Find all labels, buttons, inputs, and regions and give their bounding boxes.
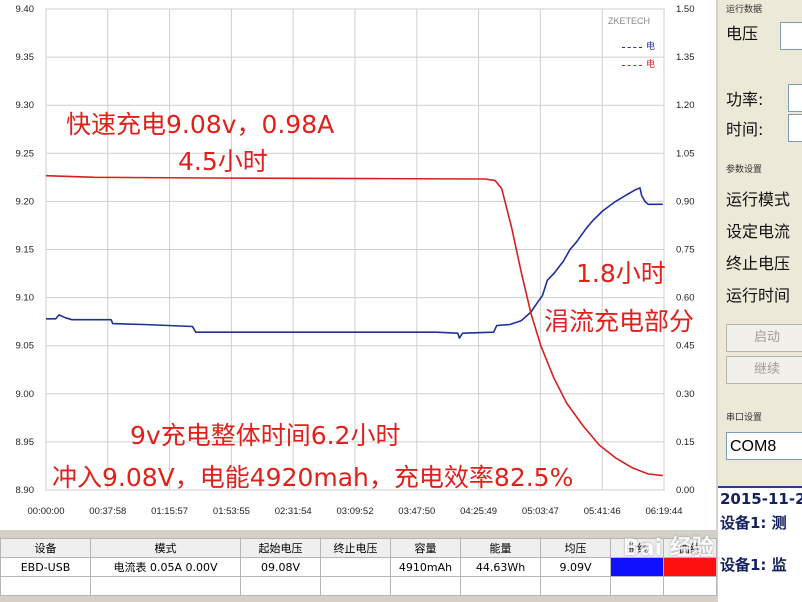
y-left-tick-label: 8.90 [16,485,35,496]
x-tick-label: 05:03:47 [522,506,559,517]
log-date: 2015-11-2 [720,490,802,508]
x-tick-label: 01:15:57 [151,506,188,517]
serial-group-title: 串口设置 [726,413,763,423]
set-current-label: 设定电流 [726,222,791,241]
y-right-tick-label: 1.50 [676,4,695,15]
legend-label-current: 电 [646,60,656,70]
y-right-tick-label: 1.05 [676,148,695,159]
header-start-voltage: 起始电压 [240,538,321,558]
header-avg-voltage: 均压 [540,538,611,558]
right-panel: 运行数据 电压 功率: 时间: 参数设置 运行模式 设定电流 终止电压 运行时间… [718,0,802,602]
cell-start-voltage: 09.08V [240,557,321,577]
header-device: 设备 [0,538,91,558]
header-stop-voltage: 终止电压 [320,538,391,558]
y-right-tick-label: 1.35 [676,52,695,63]
y-left-tick-label: 9.20 [16,196,35,207]
run-mode-label: 运行模式 [726,190,791,209]
x-tick-label: 05:41:46 [584,506,621,517]
y-right-tick-label: 0.15 [676,437,695,448]
annotation-fast-charge: 快速充电9.08v，0.98A [66,110,334,139]
y-left-tick-label: 9.15 [16,245,35,256]
legend-item-voltage: 电 [622,38,655,56]
run-data-group-title: 运行数据 [726,5,763,15]
annotation-trickle-time: 1.8小时 [576,259,666,288]
header-energy: 能量 [460,538,541,558]
y-left-tick-label: 9.00 [16,389,35,400]
y-right-tick-label: 0.30 [676,389,695,400]
power-label: 功率: [726,90,764,109]
y-left-tick-label: 9.35 [16,52,35,63]
legend-item-current: 电 [622,56,655,74]
cell-capacity: 4910mAh [390,557,461,577]
power-readout [788,84,802,112]
cell-mode: 电流表 0.05A 0.00V [90,557,241,577]
x-tick-label: 03:09:52 [337,506,374,517]
y-left-tick-label: 9.40 [16,4,35,15]
start-button[interactable]: 启动 [726,324,802,352]
x-tick-label: 06:19:44 [646,506,683,517]
log-panel: 2015-11-2 设备1: 测 设备1: 监 [718,486,802,602]
time-label: 时间: [726,120,764,139]
log-line-1: 设备1: 测 [720,514,787,532]
voltage-readout [780,22,802,50]
chart-legend: 电 电 [622,38,655,74]
header-capacity: 容量 [390,538,461,558]
table-empty-row [0,576,717,596]
cell-energy: 44.63Wh [460,557,541,577]
run-time-label: 运行时间 [726,286,791,305]
x-tick-label: 01:53:55 [213,506,250,517]
y-left-tick-label: 9.30 [16,100,35,111]
cell-device: EBD-USB [0,557,91,577]
annotation-total-time: 9v充电整体时间6.2小时 [130,421,400,450]
stop-voltage-label: 终止电压 [726,254,791,273]
cell-avg-voltage: 9.09V [540,557,611,577]
y-left-tick-label: 9.25 [16,148,35,159]
brand-label: ZKETECH [608,16,651,26]
watermark-logo: Bai 经验 [623,536,714,561]
voltage-label: 电压 [726,24,759,43]
log-line-2: 设备1: 监 [720,556,787,574]
y-right-tick-label: 0.00 [676,485,695,496]
annotation-summary: 冲入9.08V，电能4920mah，充电效率82.5% [52,463,573,492]
header-mode: 模式 [90,538,241,558]
annotation-fast-time: 4.5小时 [178,147,268,176]
legend-swatch-current [622,64,642,66]
y-left-tick-label: 9.10 [16,293,35,304]
com-port-select[interactable]: COM8 [726,432,802,460]
x-tick-label: 02:31:54 [275,506,312,517]
settings-group-title: 参数设置 [726,165,763,175]
charge-curve-chart: 9.40 1.50 9.35 1.35 9.30 1.20 9.25 1.05 9.20 0.90… [16,4,695,517]
x-tick-label: 00:00:00 [28,506,65,517]
y-right-tick-label: 0.45 [676,341,695,352]
y-right-tick-label: 0.60 [676,293,695,304]
legend-label-voltage: 电 [646,42,656,52]
y-right-tick-label: 1.20 [676,100,695,111]
y-left-tick-label: 9.05 [16,341,35,352]
chart-panel: 9.40 1.50 9.35 1.35 9.30 1.20 9.25 1.05 9.20 0.90… [0,0,716,530]
y-right-tick-label: 0.75 [676,245,695,256]
legend-swatch-voltage [622,46,642,48]
table-header-row: 设备 模式 起始电压 终止电压 容量 能量 均压 曲线 曲线 [0,538,717,558]
x-tick-label: 03:47:50 [398,506,435,517]
y-left-tick-label: 8.95 [16,437,35,448]
device-status-table: 设备 模式 起始电压 终止电压 容量 能量 均压 曲线 曲线 EBD-USB 电… [0,538,717,596]
time-readout [788,114,802,142]
continue-button[interactable]: 继续 [726,356,802,384]
table-row[interactable]: EBD-USB 电流表 0.05A 0.00V 09.08V 4910mAh 4… [0,557,717,577]
x-tick-label: 04:25:49 [460,506,497,517]
y-right-tick-label: 0.90 [676,196,695,207]
x-tick-label: 00:37:58 [89,506,126,517]
cell-stop-voltage [320,557,391,577]
annotation-trickle-label: 涓流充电部分 [544,307,694,336]
